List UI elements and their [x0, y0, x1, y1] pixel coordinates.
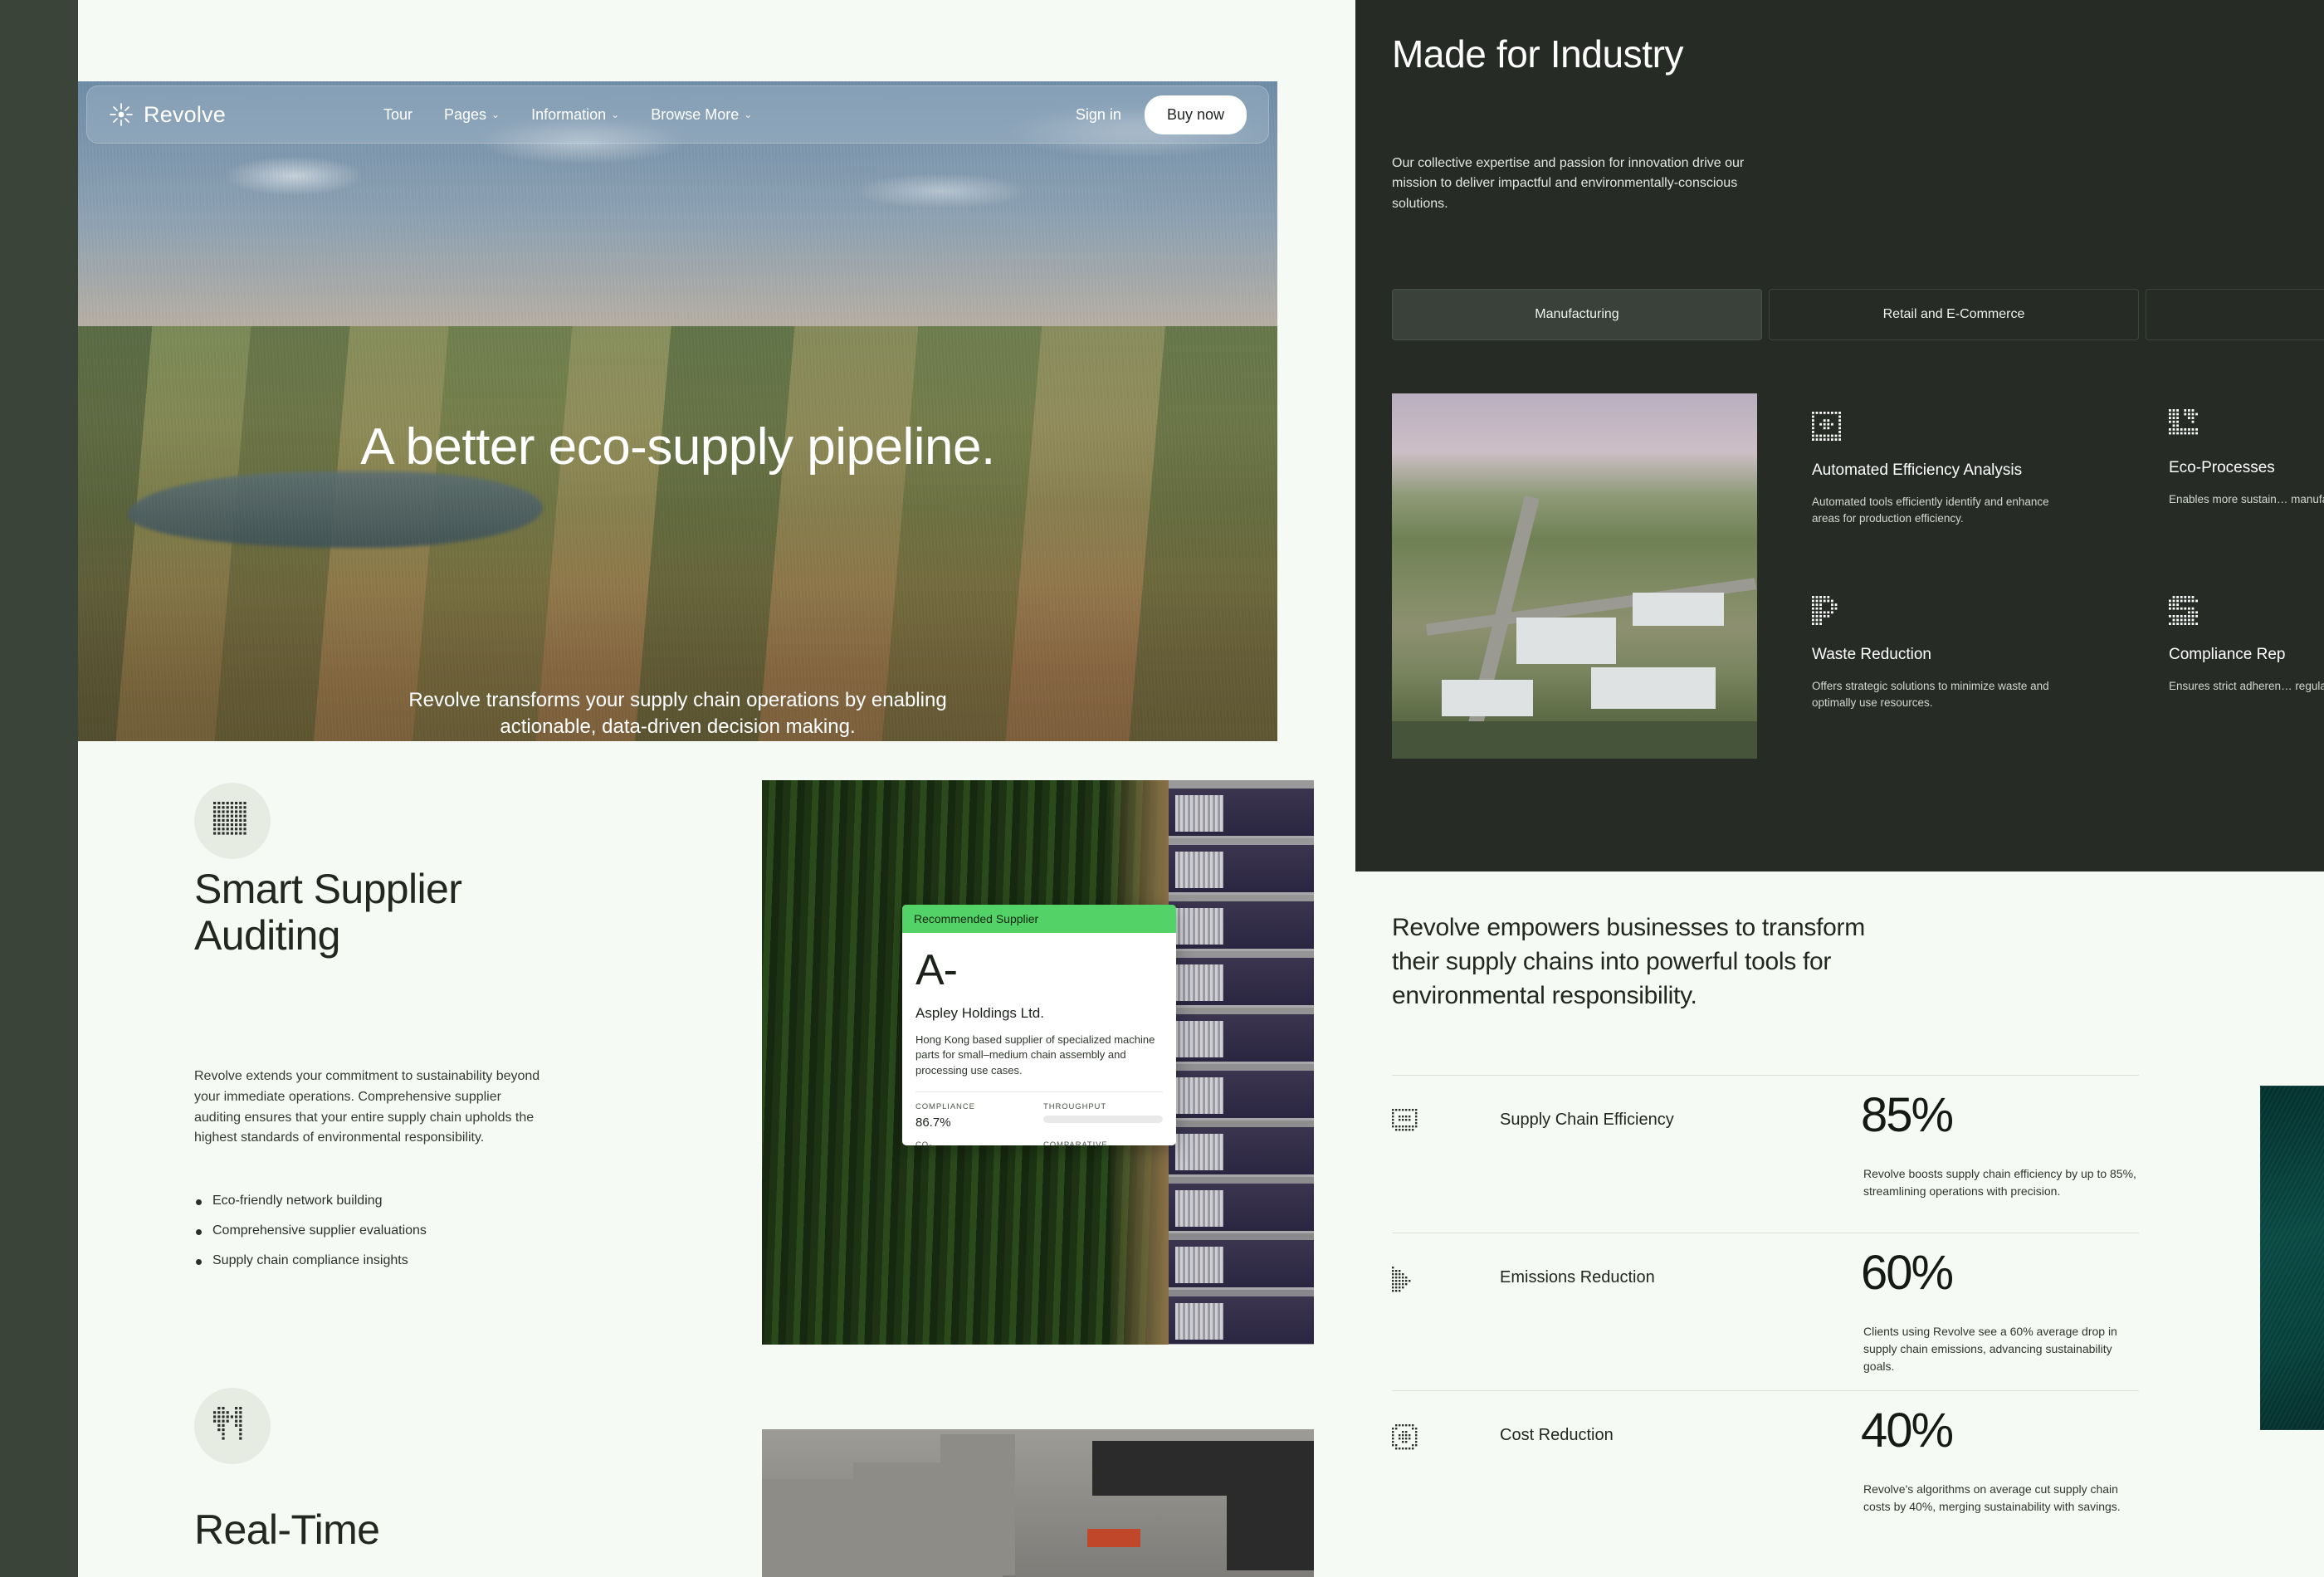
- brand-name: Revolve: [144, 102, 226, 128]
- metric-label: CO₂: [915, 1140, 1035, 1145]
- industry-item-title: Compliance Rep: [2169, 646, 2324, 664]
- metric-label: COMPARATIVE: [1043, 1140, 1163, 1145]
- nav-item-tour[interactable]: Tour: [383, 106, 413, 124]
- nav-item-information[interactable]: Information ⌄: [531, 106, 619, 124]
- dot-recycle-icon: [1812, 596, 1845, 629]
- brand[interactable]: Revolve: [109, 102, 226, 128]
- metric-compliance: COMPLIANCE 86.7%: [915, 1102, 1035, 1130]
- dot-chart-icon: [1392, 1109, 1420, 1137]
- feature-image-port-terminal: [762, 1429, 1314, 1577]
- divider: [915, 1091, 1163, 1092]
- tab-logistics[interactable]: Log: [2146, 289, 2324, 340]
- chevron-down-icon: ⌄: [611, 109, 619, 120]
- stat-row-emissions-reduction: Emissions Reduction 60% Clients using Re…: [1392, 1233, 2139, 1390]
- made-for-industry-panel: Made for Industry Our collective experti…: [1355, 0, 2324, 872]
- stat-row-supply-chain-efficiency: Supply Chain Efficiency 85% Revolve boos…: [1392, 1075, 2139, 1233]
- impact-stats-list: Supply Chain Efficiency 85% Revolve boos…: [1392, 1075, 2139, 1548]
- supplier-card-ribbon: Recommended Supplier: [902, 905, 1176, 933]
- stat-value: 60%: [1861, 1245, 1952, 1301]
- industry-subtitle: Our collective expertise and passion for…: [1392, 154, 1749, 214]
- metric-value: 86.7%: [915, 1116, 1035, 1130]
- nav-item-pages[interactable]: Pages ⌄: [444, 106, 500, 124]
- list-item: Eco-friendly network building: [194, 1194, 551, 1208]
- feature-title-supplier-auditing: Smart Supplier Auditing: [194, 866, 543, 959]
- dot-cloud-icon: [1392, 1267, 1420, 1295]
- dot-leaf-icon: [2169, 409, 2202, 442]
- nav-actions: Sign in Buy now: [1076, 95, 1247, 134]
- industry-item-title: Eco-Processes: [2169, 459, 2324, 477]
- hero-texture: [78, 81, 1277, 741]
- site-navbar: Revolve Tour Pages ⌄ Information ⌄: [86, 85, 1269, 144]
- nav-item-browse-more[interactable]: Browse More ⌄: [651, 106, 752, 124]
- website-preview-panel: Revolve Tour Pages ⌄ Information ⌄: [78, 0, 1356, 1577]
- dot-coin-icon: [1392, 1424, 1420, 1452]
- teal-texture-panel: [2260, 1086, 2324, 1430]
- tab-retail-ecommerce[interactable]: Retail and E-Commerce: [1769, 289, 2139, 340]
- page-title: Made for Industry: [1392, 32, 1683, 76]
- supplier-metrics: COMPLIANCE 86.7% THROUGHPUT CO₂ 12,483 t…: [915, 1102, 1163, 1145]
- stat-description: Clients using Revolve see a 60% average …: [1863, 1323, 2146, 1375]
- supplier-grade: A-: [915, 949, 1163, 992]
- metric-label: THROUGHPUT: [1043, 1102, 1163, 1111]
- stat-description: Revolve boosts supply chain efficiency b…: [1863, 1165, 2146, 1200]
- stat-label: Emissions Reduction: [1500, 1268, 1655, 1287]
- industry-item-desc: Enables more sustain… manufacturing proc…: [2169, 491, 2324, 508]
- feature-body-supplier-auditing: Revolve extends your commitment to susta…: [194, 1067, 543, 1149]
- metric-label: COMPLIANCE: [915, 1102, 1035, 1111]
- supplier-description: Hong Kong based supplier of specialized …: [915, 1033, 1163, 1078]
- stat-label: Supply Chain Efficiency: [1500, 1111, 1674, 1130]
- feature-title-real-time: Real-Time: [194, 1506, 543, 1553]
- industry-item-desc: Ensures strict adheren… regulations and …: [2169, 678, 2324, 695]
- industry-item-desc: Offers strategic solutions to minimize w…: [1812, 678, 2061, 712]
- hero-section: Revolve Tour Pages ⌄ Information ⌄: [78, 81, 1277, 741]
- nav-label: Pages: [444, 106, 486, 124]
- stat-description: Revolve's algorithms on average cut supp…: [1863, 1481, 2146, 1516]
- sign-in-link[interactable]: Sign in: [1076, 106, 1121, 124]
- list-item: Comprehensive supplier evaluations: [194, 1223, 551, 1238]
- chevron-down-icon: ⌄: [491, 109, 500, 120]
- nav-label: Tour: [383, 106, 413, 124]
- chevron-down-icon: ⌄: [744, 109, 752, 120]
- hero-title: A better eco-supply pipeline.: [78, 417, 1277, 476]
- page-canvas: Revolve Tour Pages ⌄ Information ⌄: [0, 0, 2324, 1577]
- supplier-name: Aspley Holdings Ltd.: [915, 1005, 1163, 1022]
- nav-label: Information: [531, 106, 606, 124]
- industry-item-eco-processes: Eco-Processes Enables more sustain… manu…: [2169, 409, 2324, 508]
- impact-stats-panel: Revolve empowers businesses to transform…: [1355, 872, 2324, 1577]
- stat-row-cost-reduction: Cost Reduction 40% Revolve's algorithms …: [1392, 1390, 2139, 1548]
- hero-subtitle: Revolve transforms your supply chain ope…: [388, 687, 969, 740]
- tab-manufacturing[interactable]: Manufacturing: [1392, 289, 1762, 340]
- buy-now-button[interactable]: Buy now: [1145, 95, 1247, 134]
- stat-value: 85%: [1861, 1087, 1952, 1143]
- dot-scan-icon: [1812, 412, 1845, 445]
- metric-throughput: THROUGHPUT: [1043, 1102, 1163, 1130]
- stat-label: Cost Reduction: [1500, 1426, 1614, 1445]
- supplier-card-body: A- Aspley Holdings Ltd. Hong Kong based …: [902, 933, 1176, 1145]
- metric-co2: CO₂ 12,483 t: [915, 1140, 1035, 1145]
- starburst-icon: [109, 102, 134, 127]
- dot-grid-square-icon: [194, 783, 271, 859]
- industry-item-desc: Automated tools efficiently identify and…: [1812, 494, 2061, 528]
- industry-item-automated-efficiency: Automated Efficiency Analysis Automated …: [1812, 412, 2061, 528]
- stat-value: 40%: [1861, 1403, 1952, 1458]
- industry-item-title: Automated Efficiency Analysis: [1812, 461, 2061, 480]
- recommended-supplier-card[interactable]: Recommended Supplier A- Aspley Holdings …: [902, 905, 1176, 1145]
- nav-links: Tour Pages ⌄ Information ⌄ Browse More ⌄: [383, 106, 752, 124]
- impact-heading: Revolve empowers businesses to transform…: [1392, 911, 1890, 1013]
- throughput-bar: [1043, 1116, 1163, 1123]
- nav-label: Browse More: [651, 106, 739, 124]
- truck-yard-image: [1169, 780, 1314, 1345]
- dot-arrows-icon: [194, 1388, 271, 1464]
- list-item: Supply chain compliance insights: [194, 1253, 551, 1268]
- industry-item-waste-reduction: Waste Reduction Offers strategic solutio…: [1812, 596, 2061, 712]
- dot-shield-icon: [2169, 596, 2202, 629]
- industry-tabs: Manufacturing Retail and E-Commerce Log: [1392, 289, 2324, 340]
- industry-item-compliance-reporting: Compliance Rep Ensures strict adheren… r…: [2169, 596, 2324, 695]
- industry-item-title: Waste Reduction: [1812, 646, 2061, 664]
- metric-comparative: COMPARATIVE +5% ↑: [1043, 1140, 1163, 1145]
- industry-photo: [1392, 393, 1757, 759]
- feature-bullet-list: Eco-friendly network building Comprehens…: [194, 1194, 551, 1283]
